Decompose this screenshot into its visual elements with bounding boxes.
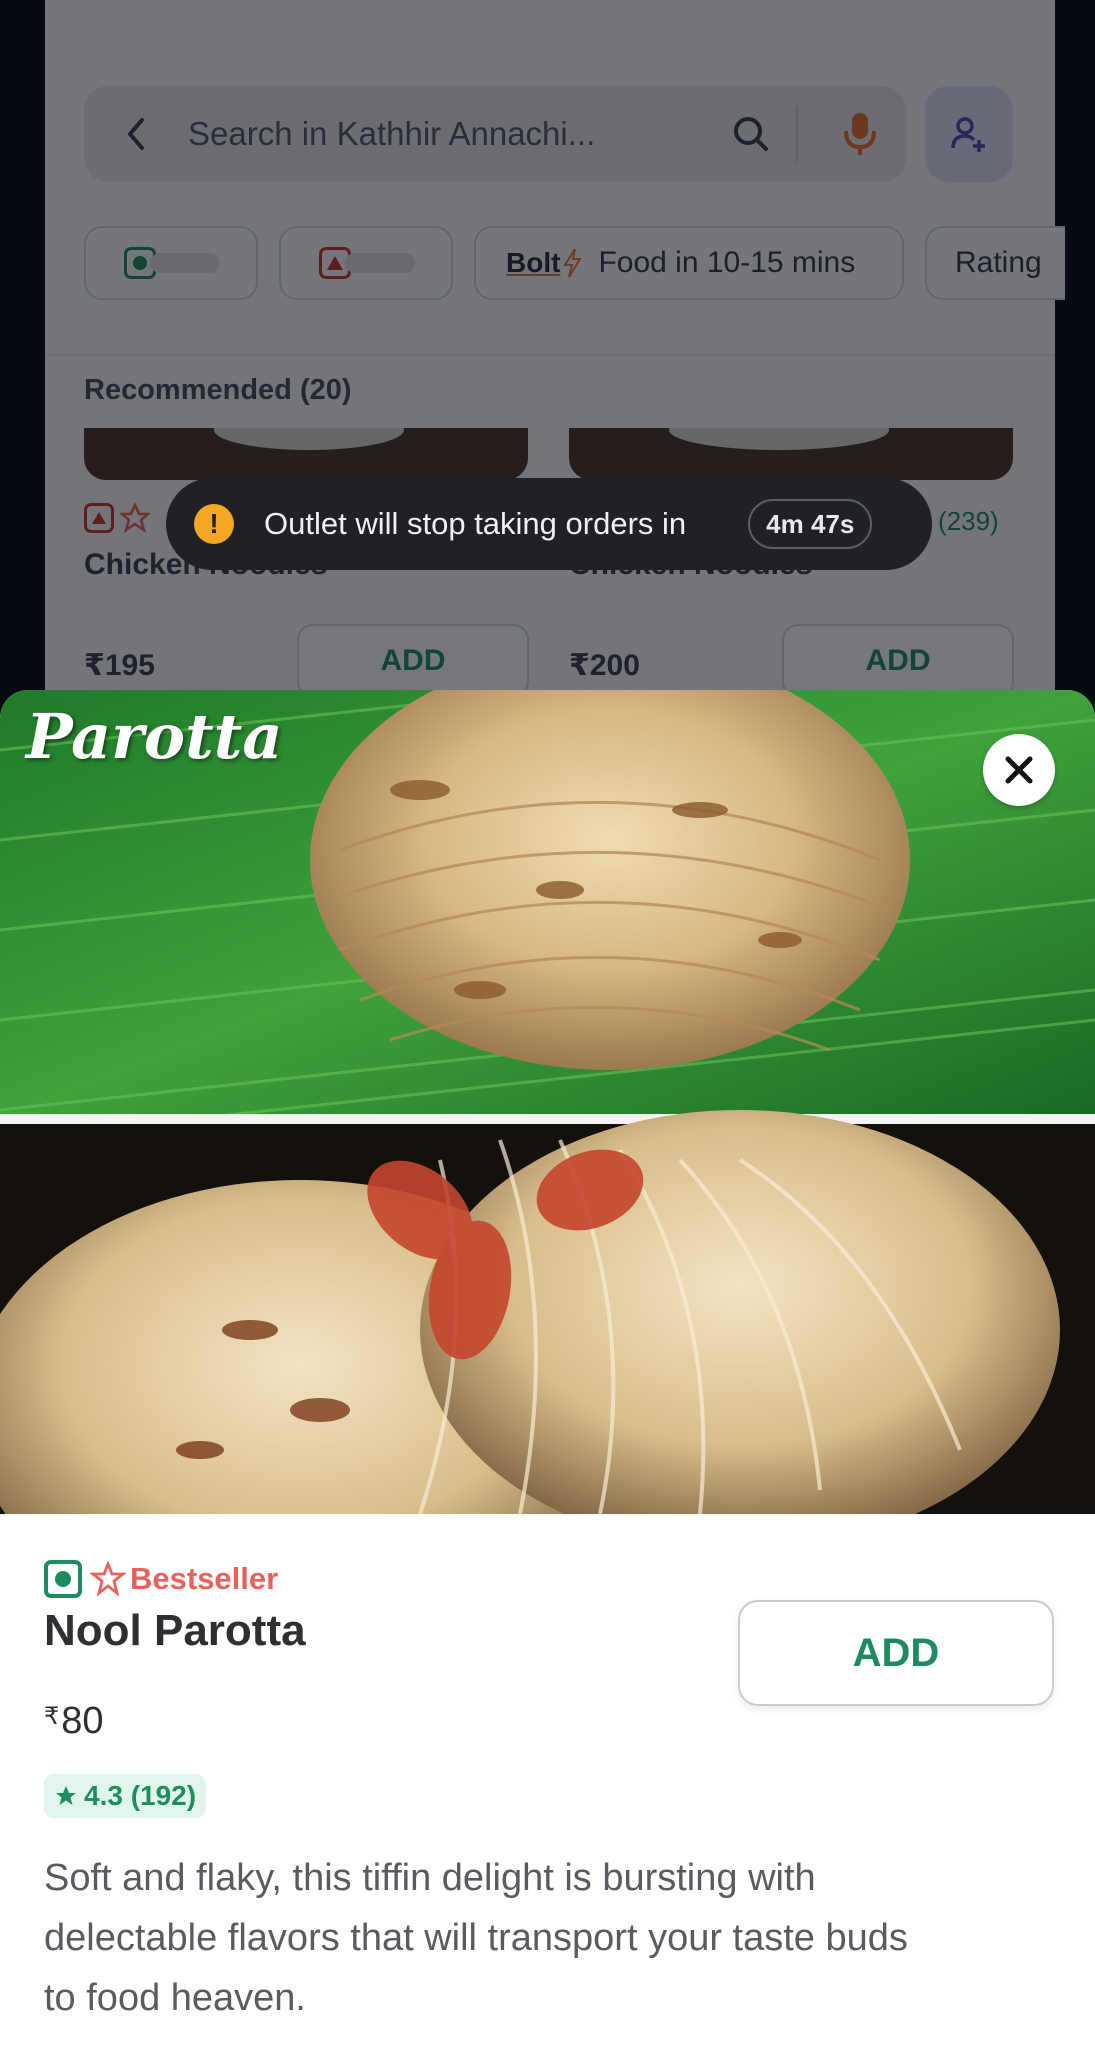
bolt-label: Bolt <box>506 247 561 278</box>
section-divider <box>45 354 1055 356</box>
close-button[interactable] <box>983 734 1055 806</box>
dish-image[interactable] <box>84 428 528 480</box>
rating-badge: 4.3 (192) <box>44 1774 207 1818</box>
item-price: ₹200 <box>569 649 640 682</box>
countdown-timer: 4m 47s <box>748 499 873 549</box>
item-description: Soft and flaky, this tiffin delight is b… <box>44 1857 908 2019</box>
nonveg-filter-toggle[interactable] <box>279 226 453 300</box>
item-image: Parotta <box>0 690 1095 1514</box>
star-icon <box>56 1786 76 1805</box>
add-user-icon <box>951 117 985 152</box>
search-divider <box>796 106 798 162</box>
price-value: 80 <box>61 1700 104 1742</box>
dish-image[interactable] <box>569 428 1013 480</box>
add-to-cart-button[interactable]: ADD <box>738 1600 1054 1706</box>
currency-symbol: ₹ <box>44 1703 60 1730</box>
toast-message: Outlet will stop taking orders in <box>264 506 687 541</box>
bolt-filter-text: Food in 10-15 mins <box>598 246 856 279</box>
bestseller-star-icon <box>120 503 150 533</box>
lightning-icon <box>563 248 583 278</box>
toggle-track <box>345 253 415 273</box>
search-input[interactable]: Search in Kathhir Annachi... <box>188 115 716 153</box>
warning-icon: ! <box>194 504 234 544</box>
image-caption: Parotta <box>26 700 283 773</box>
rating-filter-chip[interactable]: Rating <box>925 226 1065 300</box>
section-title: Recommended (20) <box>84 374 352 406</box>
outlet-closing-toast: ! Outlet will stop taking orders in 4m 4… <box>166 478 932 570</box>
bestseller-badge: Bestseller <box>130 1561 279 1596</box>
toggle-track <box>150 253 220 273</box>
item-tags <box>84 503 150 533</box>
item-rating-count: (239) <box>938 506 999 536</box>
rating-text: 4.3 (192) <box>84 1780 197 1811</box>
search-button[interactable] <box>716 86 786 182</box>
rating-filter-text: Rating <box>955 246 1042 279</box>
add-button[interactable]: ADD <box>297 624 529 698</box>
item-details: Bestseller Nool Parotta ₹80 4.3 (192) So… <box>0 1514 1095 2048</box>
group-order-button[interactable] <box>925 86 1013 182</box>
microphone-icon <box>844 113 876 155</box>
voice-search-button[interactable] <box>814 86 906 182</box>
item-tags: Bestseller <box>44 1560 278 1598</box>
back-button[interactable] <box>84 86 188 182</box>
veg-filter-toggle[interactable] <box>84 226 258 300</box>
bolt-filter-chip[interactable]: Bolt Food in 10-15 mins <box>474 226 904 300</box>
screen: Search in Kathhir Annachi... Bolt Food i… <box>0 0 1095 2048</box>
nonveg-icon <box>84 503 114 533</box>
search-bar[interactable]: Search in Kathhir Annachi... <box>84 86 906 182</box>
search-icon <box>734 117 768 151</box>
item-price: ₹80 <box>44 1700 104 1743</box>
item-detail-sheet: Parotta Bestseller Nool Parotta ₹80 4.3 … <box>0 690 1095 2048</box>
close-icon <box>1005 756 1033 784</box>
chevron-left-icon <box>128 118 144 150</box>
bestseller-star-icon <box>90 1561 126 1597</box>
add-button[interactable]: ADD <box>782 624 1014 698</box>
veg-icon <box>44 1560 82 1598</box>
item-price: ₹195 <box>84 649 155 682</box>
item-name: Nool Parotta <box>44 1606 306 1655</box>
